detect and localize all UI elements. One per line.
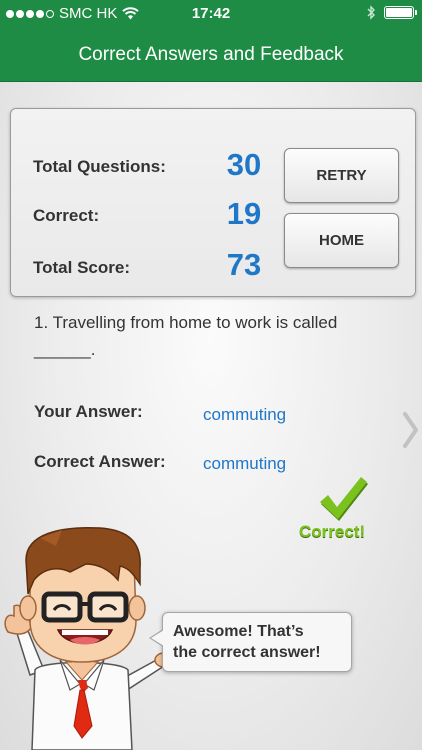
checkmark-icon (320, 477, 368, 521)
total-questions-value: 30 (226, 147, 262, 182)
correct-answer-value: commuting (203, 454, 287, 473)
battery-level (386, 8, 412, 17)
home-button[interactable]: HOME (284, 213, 399, 268)
score-card: Total Questions: 30 Correct: 19 Total Sc… (10, 108, 416, 297)
retry-button[interactable]: RETRY (284, 148, 399, 203)
bluetooth-icon (367, 5, 375, 20)
status-right (367, 5, 417, 20)
your-answer-label: Your Answer: (34, 402, 143, 421)
correct-label: Correct: (33, 206, 100, 225)
total-score-label: Total Score: (33, 258, 130, 277)
question-text: 1. Travelling from home to work is calle… (34, 313, 338, 359)
teacher-mascot (4, 526, 170, 750)
battery-icon (384, 6, 417, 19)
result-label: Correct! (299, 522, 366, 541)
page-title: Correct Answers and Feedback (78, 43, 344, 65)
status-bar: SMC HK 17:42 (0, 0, 422, 28)
chevron-right-icon[interactable] (402, 410, 420, 450)
your-answer-value: commuting (203, 405, 287, 424)
speech-bubble-line-1: Awesome! That’s (173, 623, 304, 640)
correct-value: 19 (226, 196, 262, 231)
status-time: 17:42 (191, 5, 231, 22)
total-questions-label: Total Questions: (33, 157, 166, 176)
nav-bar: Correct Answers and Feedback (0, 28, 422, 82)
speech-bubble: Awesome! That’s the correct answer! (149, 612, 352, 672)
total-score-value: 73 (226, 247, 262, 282)
speech-bubble-line-2: the correct answer! (173, 644, 321, 661)
correct-answer-label: Correct Answer: (34, 452, 166, 471)
